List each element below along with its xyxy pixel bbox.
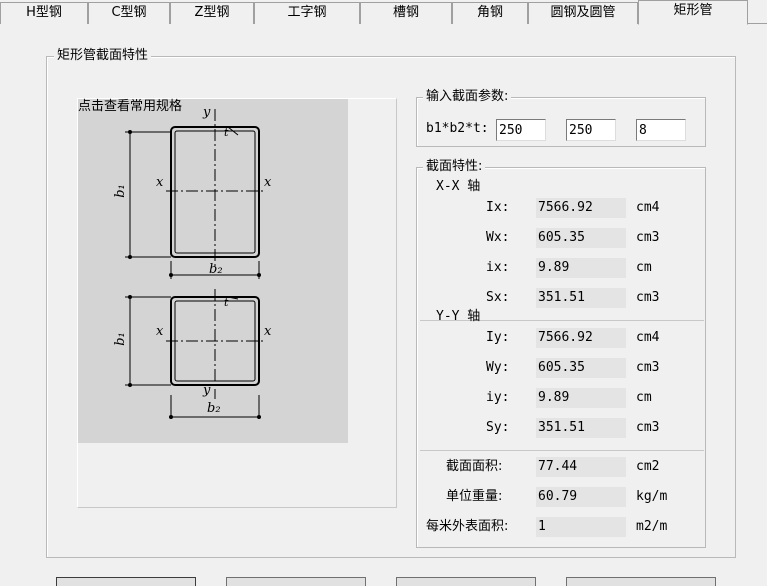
tab-h-steel[interactable]: H型钢 xyxy=(0,2,88,24)
tab-channel[interactable]: 槽钢 xyxy=(360,2,452,24)
tab-round[interactable]: 圆钢及圆管 xyxy=(528,2,638,24)
prop-unit: cm3 xyxy=(636,230,660,245)
props-group-title: 截面特性: xyxy=(423,159,486,175)
weight-unit: kg/m xyxy=(636,489,668,504)
tab-z-steel[interactable]: Z型钢 xyxy=(170,2,254,24)
surface-unit: m2/m xyxy=(636,519,668,534)
x-axis-label-left-bottom: x xyxy=(156,324,164,339)
prop-unit: cm4 xyxy=(636,330,660,345)
tab-rect-tube[interactable]: 矩形管 xyxy=(638,0,748,25)
x-axis-label-right-top: x xyxy=(264,175,272,190)
prop-unit: cm4 xyxy=(636,200,660,215)
bottom-button-4[interactable] xyxy=(566,577,716,586)
tab-c-steel[interactable]: C型钢 xyxy=(88,2,170,24)
tab-i-beam[interactable]: 工字钢 xyxy=(254,2,360,24)
x-axis-label-left-top: x xyxy=(156,175,164,190)
b2-label-top: b₂ xyxy=(209,262,223,277)
prop-label: iy: xyxy=(486,390,510,405)
main-group-title: 矩形管截面特性 xyxy=(54,48,152,64)
area-label: 截面面积: xyxy=(446,459,503,474)
prop-unit: cm3 xyxy=(636,290,660,305)
params-label: b1*b2*t: xyxy=(426,121,489,136)
bottom-button-3[interactable] xyxy=(396,577,536,586)
b2-input[interactable] xyxy=(566,119,616,141)
prop-label: Iy: xyxy=(486,330,510,345)
prop-value: 351.51 xyxy=(536,288,626,308)
t-input[interactable] xyxy=(636,119,686,141)
surface-label: 每米外表面积: xyxy=(426,519,509,534)
thickness-label-bottom: t xyxy=(224,296,229,309)
xx-axis-heading: X-X 轴 xyxy=(436,179,481,194)
area-value: 77.44 xyxy=(536,457,626,477)
bottom-button-1[interactable] xyxy=(56,577,196,586)
yy-axis-heading: Y-Y 轴 xyxy=(436,309,481,324)
y-axis-label-top: y xyxy=(203,105,211,120)
divider-summary xyxy=(420,450,704,451)
prop-label: Sx: xyxy=(486,290,510,305)
prop-value: 605.35 xyxy=(536,228,626,248)
weight-value: 60.79 xyxy=(536,487,626,507)
prop-value: 351.51 xyxy=(536,418,626,438)
input-group-title: 输入截面参数: xyxy=(423,89,512,105)
b1-label-bottom: b₁ xyxy=(112,332,128,346)
prop-unit: cm xyxy=(636,260,652,275)
b2-label-bottom: b₂ xyxy=(207,401,221,416)
prop-label: Wx: xyxy=(486,230,510,245)
section-diagram[interactable]: 点击查看常用规格 y t b₁ x x b₂ t b₁ x x y b₂ xyxy=(78,99,348,443)
b1-label-top: b₁ xyxy=(112,184,128,198)
weight-label: 单位重量: xyxy=(446,489,503,504)
prop-unit: cm3 xyxy=(636,360,660,375)
area-unit: cm2 xyxy=(636,459,660,474)
prop-unit: cm xyxy=(636,390,652,405)
prop-value: 9.89 xyxy=(536,258,626,278)
prop-label: ix: xyxy=(486,260,510,275)
y-axis-label-bottom: y xyxy=(203,383,211,398)
prop-unit: cm3 xyxy=(636,420,660,435)
prop-label: Wy: xyxy=(486,360,510,375)
prop-value: 7566.92 xyxy=(536,328,626,348)
tab-bar: H型钢 C型钢 Z型钢 工字钢 槽钢 角钢 圆钢及圆管 矩形管 xyxy=(0,0,767,25)
prop-value: 7566.92 xyxy=(536,198,626,218)
prop-value: 9.89 xyxy=(536,388,626,408)
prop-label: Ix: xyxy=(486,200,510,215)
prop-label: Sy: xyxy=(486,420,510,435)
b1-input[interactable] xyxy=(496,119,546,141)
bottom-button-2[interactable] xyxy=(226,577,366,586)
tab-angle[interactable]: 角钢 xyxy=(452,2,528,24)
prop-value: 605.35 xyxy=(536,358,626,378)
x-axis-label-right-bottom: x xyxy=(264,324,272,339)
thickness-label-top: t xyxy=(224,126,229,139)
surface-value: 1 xyxy=(536,517,626,537)
